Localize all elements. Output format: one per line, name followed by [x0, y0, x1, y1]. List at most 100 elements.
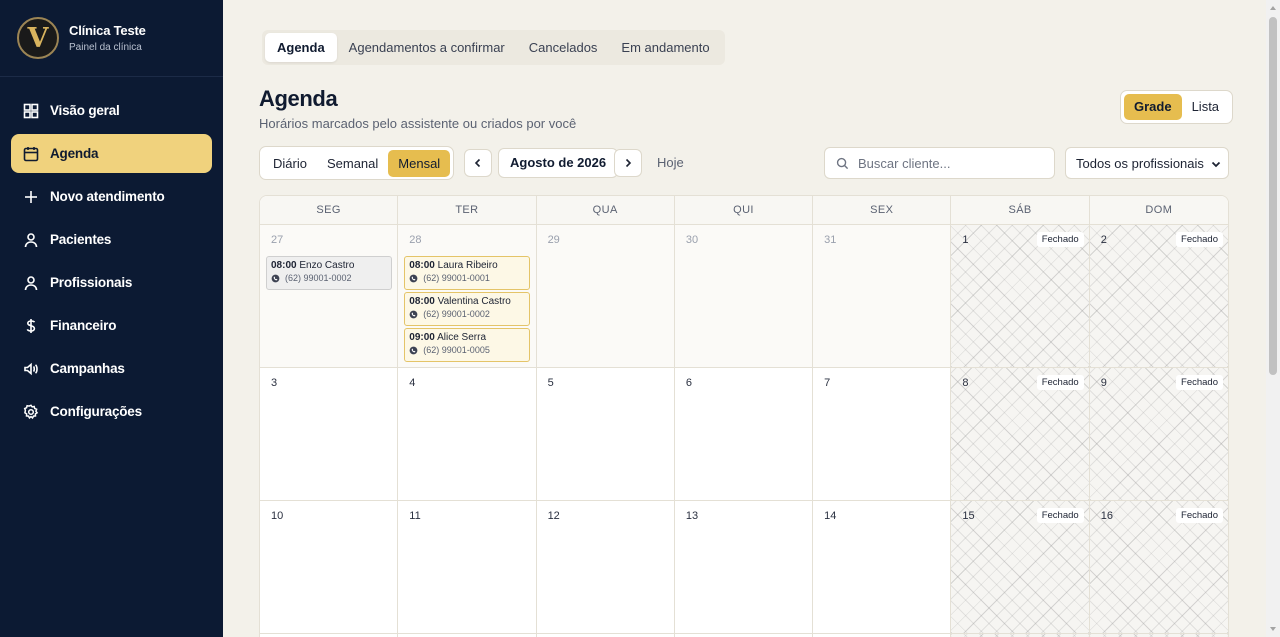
calendar-day[interactable]: 12 [536, 501, 675, 634]
page-title: Agenda [259, 86, 338, 111]
clinic-logo: V [17, 17, 59, 59]
appointment-phone: (62) 99001-0002 [423, 309, 490, 319]
day-number: 28 [409, 234, 422, 246]
calendar-day[interactable]: 10 [260, 501, 399, 634]
monthly-button[interactable]: Mensal [388, 149, 451, 177]
main-content: Agenda Agendamentos a confirmar Cancelad… [223, 0, 1266, 637]
whatsapp-icon [409, 274, 418, 282]
sidebar-item-configuracoes[interactable]: Configurações [11, 392, 212, 431]
sidebar-item-label: Campanhas [50, 361, 125, 376]
calendar-day-closed[interactable]: 2 Fechado [1089, 225, 1228, 368]
closed-badge: Fechado [1036, 375, 1084, 390]
next-month-button[interactable] [614, 149, 642, 177]
calendar-day[interactable]: 6 [674, 368, 814, 501]
sidebar-item-label: Profissionais [50, 275, 133, 290]
appointment-title: 08:00 Valentina Castro [409, 296, 529, 307]
calendar-day[interactable]: 14 [813, 501, 952, 634]
sidebar-item-financeiro[interactable]: Financeiro [11, 306, 212, 345]
appointment-card[interactable]: 09:00 Alice Serra (62) 99001-0005 [404, 328, 531, 362]
appointment-client: Valentina Castro [437, 296, 511, 307]
day-number: 11 [409, 510, 421, 522]
page-scrollbar[interactable] [1266, 0, 1280, 637]
sidebar-item-campanhas[interactable]: Campanhas [11, 349, 212, 388]
calendar-day-closed[interactable]: 8 Fechado [951, 368, 1090, 501]
appointment-time: 08:00 [409, 296, 435, 307]
calendar-day[interactable]: 29 [536, 225, 675, 368]
day-number: 14 [824, 510, 837, 522]
chevron-left-icon [474, 158, 481, 168]
calendar-day[interactable]: 4 [398, 368, 537, 501]
appointment-phone-row: (62) 99001-0002 [271, 273, 391, 283]
day-number: 1 [962, 234, 969, 246]
sidebar-item-pacientes[interactable]: Pacientes [11, 220, 212, 259]
sidebar-item-label: Agenda [50, 146, 99, 161]
day-number: 9 [1100, 377, 1107, 389]
sidebar-item-label: Pacientes [50, 232, 112, 247]
calendar-day-closed[interactable]: 15 Fechado [951, 501, 1090, 634]
month-calendar: SEG TER QUA QUI SEX SÁB DOM 2 7 08:00 Enzo Castr… [259, 195, 1229, 637]
agenda-tabs: Agenda Agendamentos a confirmar Cancelad… [262, 30, 725, 65]
closed-badge: Fechado [1176, 508, 1223, 523]
calendar-day[interactable]: 28 08:00 Laura Ribeiro (62) 99001-0001 08:0… [398, 225, 537, 368]
dollar-icon [23, 318, 39, 334]
appointment-phone: (62) 99001-0005 [423, 345, 490, 355]
day-number: 12 [547, 510, 560, 522]
weekday-header: SÁB [951, 196, 1090, 224]
appointment-phone: (62) 99001-0001 [423, 273, 490, 283]
professional-select[interactable]: Todos os profissionais [1065, 147, 1229, 179]
search-field [824, 147, 1055, 179]
previous-month-button[interactable] [464, 149, 492, 177]
calendar-day[interactable]: 13 [674, 501, 814, 634]
calendar-day[interactable]: 30 [674, 225, 814, 368]
day-number: 5 [547, 377, 554, 389]
weekday-header: QUA [537, 196, 675, 224]
tab-agenda[interactable]: Agenda [265, 33, 337, 62]
chevron-down-icon [1211, 161, 1221, 168]
calendar-day[interactable]: 7 [813, 368, 952, 501]
calendar-day[interactable]: 31 [813, 225, 952, 368]
calendar-day-closed[interactable]: 16 Fechado [1089, 501, 1228, 634]
scroll-down-arrow-icon[interactable] [1269, 625, 1277, 633]
sidebar-item-agenda[interactable]: Agenda [11, 134, 212, 173]
calendar-day-closed[interactable]: 9 Fechado [1089, 368, 1228, 501]
sidebar-item-novo-atendimento[interactable]: Novo atendimento [11, 177, 212, 216]
list-view-button[interactable]: Lista [1182, 94, 1229, 120]
megaphone-icon [23, 361, 39, 377]
appointment-phone-row: (62) 99001-0002 [409, 309, 529, 319]
tab-cancelados[interactable]: Cancelados [517, 33, 610, 62]
grid-view-button[interactable]: Grade [1124, 94, 1182, 120]
tab-agendamentos-a-confirmar[interactable]: Agendamentos a confirmar [337, 33, 517, 62]
user-icon [23, 275, 39, 291]
appointment-card[interactable]: 08:00 Enzo Castro (62) 99001-0002 [266, 256, 392, 290]
appointment-client: Enzo Castro [299, 260, 355, 271]
closed-badge: Fechado [1176, 232, 1223, 247]
day-number: 2 [1100, 234, 1107, 246]
tab-em-andamento[interactable]: Em andamento [609, 33, 721, 62]
today-button[interactable]: Hoje [657, 155, 684, 170]
daily-button[interactable]: Diário [263, 150, 317, 177]
calendar-day-closed[interactable]: 1 Fechado [951, 225, 1090, 368]
day-number: 30 [685, 234, 699, 246]
weekly-button[interactable]: Semanal [317, 150, 388, 177]
scroll-thumb[interactable] [1269, 17, 1277, 375]
appointment-card[interactable]: 08:00 Laura Ribeiro (62) 99001-0001 [404, 256, 531, 290]
calendar-day[interactable]: 27 08:00 Enzo Castro (62) 99001-0002 [260, 225, 399, 368]
appointment-phone-row: (62) 99001-0005 [409, 345, 529, 355]
clinic-name: Clínica Teste [69, 23, 146, 38]
whatsapp-icon [271, 274, 280, 282]
gear-icon [23, 403, 39, 420]
month-label[interactable]: Agosto de 2026 [498, 148, 619, 178]
day-number: 10 [271, 510, 284, 522]
calendar-day[interactable]: 3 [260, 368, 399, 501]
appointment-title: 08:00 Enzo Castro [271, 260, 391, 271]
sidebar-item-profissionais[interactable]: Profissionais [11, 263, 212, 302]
calendar-day[interactable]: 11 [398, 501, 537, 634]
calendar-day[interactable]: 5 [536, 368, 675, 501]
day-number: 15 [962, 510, 975, 522]
search-input[interactable] [858, 155, 1048, 171]
sidebar: V Clínica Teste Painel da clínica Visão … [0, 0, 223, 637]
appointment-card[interactable]: 08:00 Valentina Castro (62) 99001-0002 [404, 292, 531, 326]
scroll-up-arrow-icon[interactable] [1269, 4, 1277, 12]
calendar-header: SEG TER QUA QUI SEX SÁB DOM [260, 196, 1228, 225]
sidebar-item-visao-geral[interactable]: Visão geral [11, 91, 212, 130]
